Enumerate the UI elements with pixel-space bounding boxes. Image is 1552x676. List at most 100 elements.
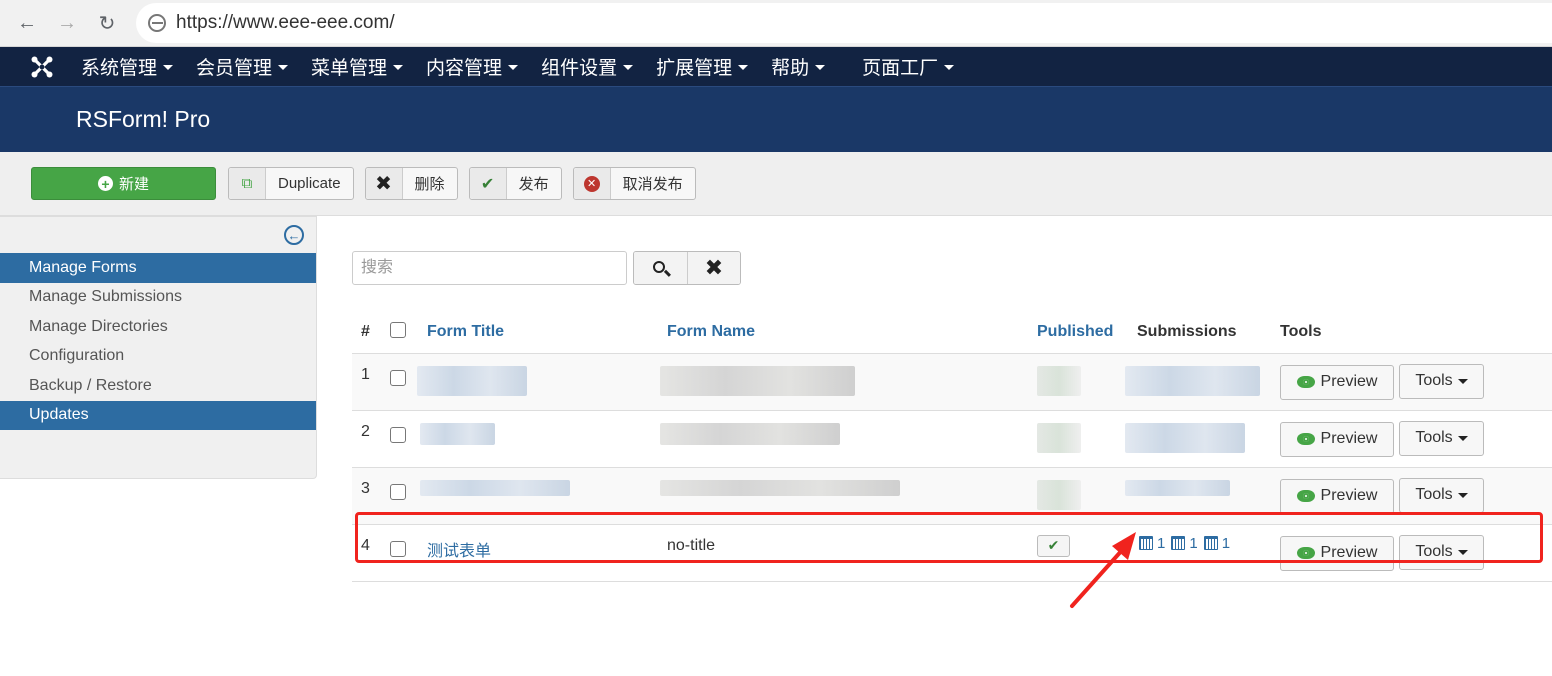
forward-arrow-icon[interactable]: → bbox=[53, 9, 81, 37]
form-name-cell bbox=[660, 409, 1037, 467]
action-toolbar: + 新建 ⧉ Duplicate ✖ 删除 ✔ 发布 ✕ 取消发布 bbox=[0, 152, 1552, 216]
tools-dropdown-button[interactable]: Tools bbox=[1399, 363, 1484, 399]
redacted-submissions bbox=[1125, 365, 1260, 396]
row-checkbox[interactable] bbox=[390, 369, 406, 386]
close-icon: ✖ bbox=[704, 255, 724, 280]
site-info-icon[interactable] bbox=[148, 14, 166, 32]
unpublish-button-label: 取消发布 bbox=[622, 176, 683, 193]
submissions-month[interactable]: 1 bbox=[1189, 535, 1197, 552]
form-title-cell bbox=[420, 466, 667, 524]
menu-extensions[interactable]: 扩展管理 bbox=[656, 53, 749, 80]
form-title-link[interactable]: 测试表单 bbox=[427, 543, 491, 560]
sidebar-item-configuration[interactable]: Configuration bbox=[0, 342, 316, 372]
caret-down-icon bbox=[1457, 435, 1468, 441]
caret-down-icon bbox=[815, 65, 826, 70]
sidebar-item-manage-directories[interactable]: Manage Directories bbox=[0, 312, 316, 342]
published-cell bbox=[1037, 466, 1137, 524]
tools-dropdown-button[interactable]: Tools bbox=[1399, 477, 1484, 513]
redacted-form-name bbox=[660, 479, 900, 496]
search-input[interactable] bbox=[352, 251, 627, 285]
redacted-form-title[interactable] bbox=[420, 422, 495, 445]
duplicate-button[interactable]: ⧉ Duplicate bbox=[228, 167, 354, 200]
preview-button[interactable]: Preview bbox=[1280, 364, 1394, 400]
table-row: 2 Preview Tools bbox=[352, 409, 1552, 467]
calendar-icon[interactable] bbox=[1203, 536, 1218, 550]
row-checkbox[interactable] bbox=[390, 483, 406, 500]
preview-button[interactable]: Preview bbox=[1280, 478, 1394, 514]
tools-dropdown-button[interactable]: Tools bbox=[1399, 420, 1484, 456]
sidebar-item-backup-restore[interactable]: Backup / Restore bbox=[0, 371, 316, 401]
form-title-cell: 测试表单 bbox=[427, 523, 667, 582]
preview-label: Preview bbox=[1320, 544, 1378, 561]
column-header-tools: Tools bbox=[1280, 322, 1322, 340]
menu-system[interactable]: 系统管理 bbox=[81, 53, 174, 80]
select-all-checkbox[interactable] bbox=[390, 322, 406, 339]
forms-table: # Form Title Form Name Published Submiss… bbox=[352, 307, 1552, 582]
submissions-cell bbox=[1125, 409, 1280, 467]
calendar-icon[interactable] bbox=[1139, 536, 1153, 550]
submissions-cell bbox=[1125, 466, 1280, 524]
redacted-form-title[interactable] bbox=[417, 365, 527, 396]
row-number: 2 bbox=[352, 409, 390, 467]
menu-content[interactable]: 内容管理 bbox=[426, 53, 519, 80]
column-header-published[interactable]: Published bbox=[1037, 307, 1137, 353]
preview-button[interactable]: Preview bbox=[1280, 535, 1394, 571]
caret-down-icon bbox=[1457, 549, 1468, 555]
preview-button[interactable]: Preview bbox=[1280, 421, 1394, 457]
submissions-cell: 1 1 1 bbox=[1137, 523, 1280, 582]
url-text[interactable]: https://www.eee-eee.com/ bbox=[176, 12, 395, 34]
row-checkbox[interactable] bbox=[390, 426, 406, 443]
eye-icon bbox=[1296, 547, 1315, 559]
menu-page-factory[interactable]: 页面工厂 bbox=[862, 53, 955, 80]
new-button-label: 新建 bbox=[118, 176, 149, 193]
form-title-cell bbox=[417, 352, 667, 410]
sidebar-nav: Manage Forms Manage Submissions Manage D… bbox=[0, 253, 316, 430]
column-header-form-title[interactable]: Form Title bbox=[427, 307, 667, 353]
main-content: ✖ # Form Title Form Name Published Submi… bbox=[352, 251, 1552, 582]
calendar-icon[interactable] bbox=[1171, 536, 1186, 550]
row-checkbox[interactable] bbox=[390, 540, 406, 557]
publish-button[interactable]: ✔ 发布 bbox=[468, 167, 562, 200]
browser-toolbar: ← → ↻ https://www.eee-eee.com/ bbox=[0, 0, 1552, 47]
delete-x-icon: ✖ bbox=[365, 168, 403, 199]
checkmark-icon: ✔ bbox=[469, 168, 507, 199]
tools-label: Tools bbox=[1415, 372, 1453, 389]
published-toggle[interactable]: ✔ bbox=[1037, 534, 1070, 557]
back-arrow-icon[interactable]: ← bbox=[13, 9, 41, 37]
tools-dropdown-button[interactable]: Tools bbox=[1399, 534, 1484, 570]
menu-users[interactable]: 会员管理 bbox=[196, 53, 289, 80]
tools-label: Tools bbox=[1415, 543, 1453, 560]
search-button[interactable] bbox=[634, 252, 687, 284]
clear-search-button[interactable]: ✖ bbox=[687, 252, 740, 284]
sidebar-item-updates[interactable]: Updates bbox=[0, 400, 316, 430]
redacted-published bbox=[1037, 365, 1081, 396]
menu-label: 组件设置 bbox=[541, 58, 618, 79]
redacted-submissions bbox=[1125, 422, 1245, 453]
sidebar-item-manage-forms[interactable]: Manage Forms bbox=[0, 253, 316, 283]
table-row: 4 测试表单 no-title ✔ 1 1 1 Preview Tools bbox=[352, 523, 1552, 582]
submissions-today[interactable]: 1 bbox=[1157, 535, 1165, 552]
column-header-submissions: Submissions bbox=[1137, 322, 1237, 340]
column-header-form-name[interactable]: Form Name bbox=[667, 307, 1037, 353]
new-button[interactable]: + 新建 bbox=[31, 167, 216, 200]
joomla-logo-icon[interactable] bbox=[29, 54, 55, 80]
redacted-form-title[interactable] bbox=[420, 479, 570, 496]
caret-down-icon bbox=[163, 65, 174, 70]
address-bar[interactable]: https://www.eee-eee.com/ bbox=[136, 3, 1552, 43]
sidebar-item-manage-submissions[interactable]: Manage Submissions bbox=[0, 283, 316, 313]
eye-icon bbox=[1296, 433, 1315, 445]
preview-label: Preview bbox=[1320, 487, 1378, 504]
menu-menus[interactable]: 菜单管理 bbox=[311, 53, 404, 80]
menu-label: 菜单管理 bbox=[311, 58, 388, 79]
published-cell bbox=[1037, 409, 1137, 467]
menu-label: 页面工厂 bbox=[862, 58, 939, 79]
delete-button[interactable]: ✖ 删除 bbox=[364, 167, 458, 200]
submissions-total[interactable]: 1 bbox=[1222, 535, 1230, 552]
collapse-sidebar-icon[interactable]: ← bbox=[284, 225, 304, 245]
caret-down-icon bbox=[944, 65, 955, 70]
unpublish-button[interactable]: ✕ 取消发布 bbox=[572, 167, 696, 200]
published-cell bbox=[1037, 352, 1137, 410]
menu-components[interactable]: 组件设置 bbox=[541, 53, 634, 80]
reload-icon[interactable]: ↻ bbox=[93, 9, 121, 37]
menu-help[interactable]: 帮助 bbox=[771, 53, 826, 80]
